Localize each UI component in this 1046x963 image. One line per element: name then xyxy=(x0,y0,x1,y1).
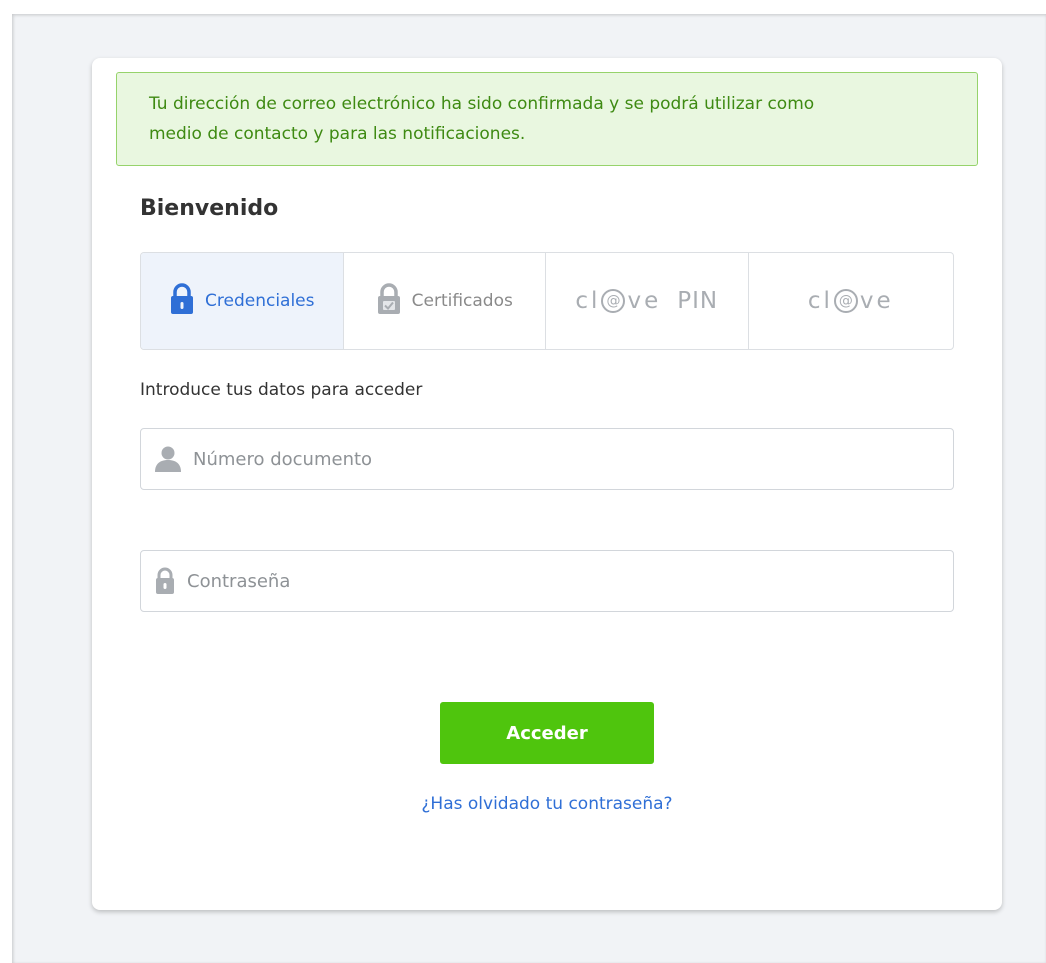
clave-pin-suffix: PIN xyxy=(677,288,719,314)
page-title: Bienvenido xyxy=(140,196,279,221)
password-field[interactable] xyxy=(140,550,954,612)
login-card: Tu dirección de correo electrónico ha si… xyxy=(92,58,1002,910)
tab-clave-pin[interactable]: cl @ ve PIN xyxy=(546,253,749,349)
clave-pin-logo: cl @ ve PIN xyxy=(575,288,719,314)
forgot-password-link[interactable]: ¿Has olvidado tu contraseña? xyxy=(92,794,1002,814)
password-input[interactable] xyxy=(187,570,887,592)
submit-button[interactable]: Acceder xyxy=(440,702,654,764)
tab-certificados-label: Certificados xyxy=(411,291,513,311)
clave-logo: cl @ ve xyxy=(807,288,894,314)
document-number-input[interactable] xyxy=(193,448,893,470)
document-number-field[interactable] xyxy=(140,428,954,490)
lock-icon xyxy=(153,566,177,596)
user-icon xyxy=(153,444,183,474)
tab-clave[interactable]: cl @ ve xyxy=(749,253,954,349)
tab-credenciales[interactable]: Credenciales xyxy=(141,253,344,349)
at-sign-icon: @ xyxy=(833,289,858,313)
tab-certificados[interactable]: Certificados xyxy=(344,253,546,349)
at-sign-icon: @ xyxy=(601,289,626,313)
success-alert: Tu dirección de correo electrónico ha si… xyxy=(116,72,978,166)
login-method-tabs: Credenciales Certificados cl @ ve PIN cl… xyxy=(140,252,954,350)
lock-icon xyxy=(169,282,205,320)
alert-line-2: medio de contacto y para las notificacio… xyxy=(149,124,526,144)
intro-text: Introduce tus datos para acceder xyxy=(140,380,423,400)
tab-credenciales-label: Credenciales xyxy=(205,291,315,311)
page-background: Tu dirección de correo electrónico ha si… xyxy=(12,14,1046,963)
alert-line-1: Tu dirección de correo electrónico ha si… xyxy=(149,94,815,114)
certificate-lock-icon xyxy=(376,282,412,320)
